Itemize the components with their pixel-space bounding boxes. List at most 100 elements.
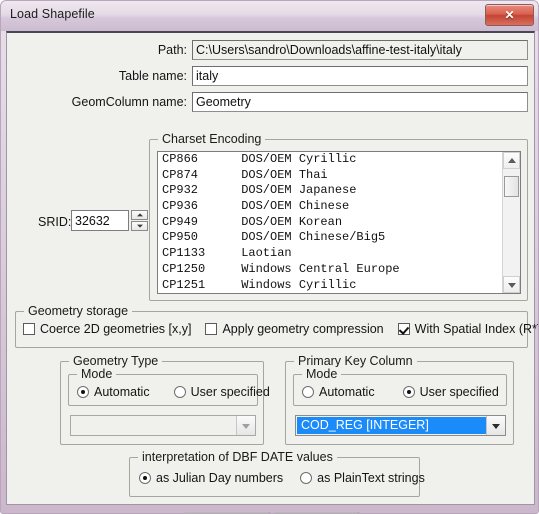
scrollbar-thumb[interactable]: [504, 176, 519, 197]
radio-plaintext-strings-dot[interactable]: [300, 472, 313, 484]
charset-encoding-title: Charset Encoding: [158, 132, 266, 146]
window-title: Load Shapefile: [10, 7, 95, 21]
charset-code: CP949: [162, 214, 199, 229]
charset-code: CP1250: [162, 261, 206, 276]
dbf-date-options: as Julian Day numbers as PlainText strin…: [139, 471, 425, 485]
charset-code: CP1133: [162, 246, 206, 261]
charset-code: CP950: [162, 230, 199, 245]
charset-description: DOS/OEM Japanese: [241, 183, 357, 198]
charset-list-item[interactable]: CP950 DOS/OEM Chinese/Big5: [158, 230, 503, 246]
radio-julian-day-numbers[interactable]: as Julian Day numbers: [139, 471, 283, 485]
caret-down-icon: [136, 224, 143, 228]
checkbox-spatial-index-label: With Spatial Index (R*Tree): [414, 322, 538, 336]
charset-description: DOS/OEM Korean: [241, 214, 343, 229]
radio-plaintext-strings-label: as PlainText strings: [317, 471, 425, 485]
geometry-type-mode-group: Mode Automatic User specified: [68, 367, 270, 406]
dbf-date-group: interpretation of DBF DATE values as Jul…: [129, 450, 425, 497]
charset-description: DOS/OEM Chinese: [241, 199, 350, 214]
radio-geometry-type-automatic-dot[interactable]: [77, 386, 89, 398]
radio-primary-key-user-specified-label: User specified: [419, 385, 499, 399]
geometry-type-combo[interactable]: [70, 415, 256, 436]
title-bar[interactable]: Load Shapefile ✕: [1, 1, 538, 31]
scroll-down-button[interactable]: [503, 276, 520, 293]
geom-column-label: GeomColumn name:: [71, 95, 187, 109]
geometry-storage-group: Geometry storage Coerce 2D geometries [x…: [15, 304, 538, 348]
dialog-client-area: Path: Table name: GeomColumn name: SRID:…: [6, 31, 538, 513]
checkbox-geometry-compression[interactable]: Apply geometry compression: [205, 322, 384, 336]
radio-plaintext-strings[interactable]: as PlainText strings: [300, 471, 425, 485]
close-button[interactable]: ✕: [485, 4, 534, 26]
charset-list[interactable]: CP866 DOS/OEM Cyrillic CP874 DOS/OEM Thai CP…: [158, 152, 503, 293]
radio-primary-key-automatic-dot[interactable]: [302, 386, 314, 398]
radio-geometry-type-user-specified[interactable]: User specified: [173, 385, 270, 399]
charset-description: Windows Central Europe: [241, 261, 400, 276]
radio-primary-key-automatic-label: Automatic: [319, 385, 375, 399]
checkbox-spatial-index[interactable]: With Spatial Index (R*Tree): [397, 322, 538, 336]
radio-geometry-type-user-specified-label: User specified: [190, 385, 270, 399]
srid-spin-down-button[interactable]: [131, 221, 148, 231]
srid-spin-up-button[interactable]: [131, 210, 148, 220]
geometry-storage-title: Geometry storage: [24, 304, 133, 318]
radio-julian-day-numbers-dot[interactable]: [139, 472, 151, 484]
load-shapefile-dialog: Load Shapefile ✕ Path: Table name: GeomC…: [0, 0, 539, 514]
chevron-down-icon[interactable]: [236, 416, 255, 435]
dbf-date-title: interpretation of DBF DATE values: [138, 450, 337, 464]
charset-list-item[interactable]: CP1133 Laotian: [158, 246, 503, 262]
checkbox-geometry-compression-box[interactable]: [205, 323, 218, 335]
checkbox-coerce-2d-label: Coerce 2D geometries [x,y]: [40, 322, 192, 336]
table-name-label: Table name:: [118, 69, 187, 83]
checkbox-coerce-2d[interactable]: Coerce 2D geometries [x,y]: [23, 322, 191, 336]
radio-primary-key-user-specified-dot[interactable]: [402, 386, 415, 398]
radio-geometry-type-automatic-label: Automatic: [94, 385, 150, 399]
srid-input[interactable]: [71, 210, 129, 231]
path-input[interactable]: [192, 40, 528, 60]
radio-geometry-type-user-specified-dot[interactable]: [173, 386, 186, 398]
charset-code: CP932: [162, 183, 199, 198]
charset-description: Laotian: [241, 246, 292, 261]
table-name-row: Table name:: [15, 65, 528, 87]
checkbox-spatial-index-box[interactable]: [397, 323, 410, 335]
charset-code: CP1251: [162, 277, 206, 292]
geometry-type-mode-title: Mode: [77, 367, 117, 381]
primary-key-mode-group: Mode Automatic User specified: [293, 367, 507, 406]
charset-description: DOS/OEM Chinese/Big5: [241, 230, 386, 245]
caret-up-icon: [136, 213, 143, 217]
charset-listbox[interactable]: CP866 DOS/OEM Cyrillic CP874 DOS/OEM Thai CP…: [157, 151, 521, 294]
primary-key-combo[interactable]: COD_REG [INTEGER]: [295, 415, 506, 436]
charset-encoding-group: Charset Encoding CP866 DOS/OEM Cyrillic CP…: [149, 132, 528, 301]
close-icon: ✕: [504, 7, 515, 22]
charset-list-item[interactable]: CP932 DOS/OEM Japanese: [158, 183, 503, 199]
charset-list-item[interactable]: CP1251 Windows Cyrillic: [158, 278, 503, 294]
geom-column-input[interactable]: [192, 92, 528, 112]
srid-spinner[interactable]: [131, 210, 148, 231]
charset-list-item[interactable]: CP949 DOS/OEM Korean: [158, 215, 503, 231]
checkbox-geometry-compression-label: Apply geometry compression: [222, 322, 384, 336]
geom-column-row: GeomColumn name:: [15, 91, 528, 113]
table-name-input[interactable]: [192, 66, 528, 86]
charset-list-item[interactable]: CP936 DOS/OEM Chinese: [158, 199, 503, 215]
radio-julian-day-numbers-label: as Julian Day numbers: [156, 471, 284, 485]
charset-code: CP936: [162, 199, 199, 214]
checkbox-coerce-2d-box[interactable]: [23, 323, 35, 335]
primary-key-column-group: Primary Key Column Mode Automatic User s…: [285, 354, 514, 445]
geometry-type-title: Geometry Type: [69, 354, 163, 368]
charset-description: Windows Cyrillic: [241, 277, 357, 292]
path-label: Path:: [157, 43, 187, 57]
chevron-down-icon[interactable]: [486, 416, 505, 435]
radio-primary-key-automatic[interactable]: Automatic: [302, 385, 375, 399]
geometry-storage-options: Coerce 2D geometries [x,y] Apply geometr…: [23, 322, 538, 336]
primary-key-modes: Automatic User specified: [302, 385, 499, 399]
geometry-type-modes: Automatic User specified: [77, 385, 270, 399]
charset-code: CP874: [162, 167, 199, 182]
charset-list-item[interactable]: CP866 DOS/OEM Cyrillic: [158, 152, 503, 168]
charset-scrollbar[interactable]: [502, 152, 520, 293]
srid-label: SRID:: [38, 215, 72, 229]
primary-key-mode-title: Mode: [302, 367, 342, 381]
scroll-up-button[interactable]: [503, 152, 520, 169]
radio-primary-key-user-specified[interactable]: User specified: [402, 385, 499, 399]
primary-key-combo-value: COD_REG [INTEGER]: [297, 417, 486, 434]
radio-geometry-type-automatic[interactable]: Automatic: [77, 385, 150, 399]
geometry-type-group: Geometry Type Mode Automatic User specif…: [60, 354, 270, 445]
charset-list-item[interactable]: CP1250 Windows Central Europe: [158, 262, 503, 278]
charset-list-item[interactable]: CP874 DOS/OEM Thai: [158, 168, 503, 184]
